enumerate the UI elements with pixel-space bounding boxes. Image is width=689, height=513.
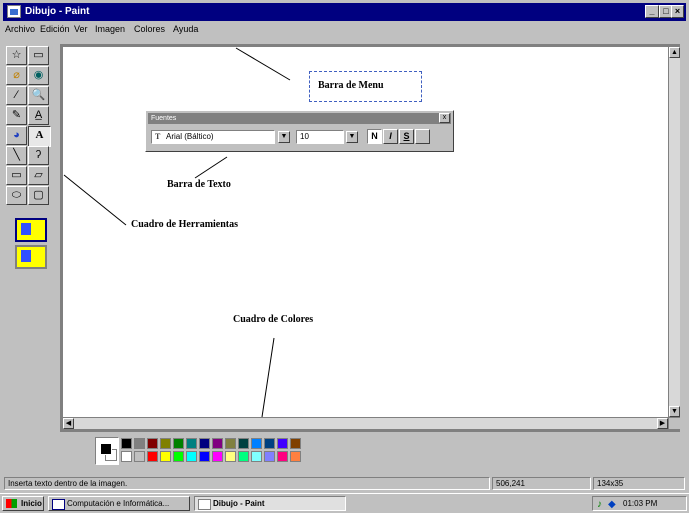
color-swatch[interactable] (121, 438, 132, 449)
taskbar: Inicio Computación e Informática... Dibu… (0, 493, 689, 513)
color-swatch[interactable] (225, 451, 236, 462)
underline-button[interactable]: S (399, 129, 414, 144)
color-swatch[interactable] (147, 438, 158, 449)
color-swatch[interactable] (186, 438, 197, 449)
colors-pointer-line (261, 337, 275, 418)
color-swatch[interactable] (290, 451, 301, 462)
menu-pointer-line (235, 47, 291, 81)
truetype-font-icon: T (155, 132, 161, 141)
color-swatch[interactable] (264, 451, 275, 462)
vertical-text-button[interactable] (415, 129, 430, 144)
color-swatch[interactable] (212, 438, 223, 449)
document-icon (52, 499, 65, 510)
color-palette (121, 437, 311, 465)
text-bar-annotation: Barra de Texto (167, 179, 231, 190)
italic-button[interactable]: I (383, 129, 398, 144)
speaker-icon[interactable]: ♪ (597, 498, 602, 510)
menu-bar-annotation: Barra de Menu (318, 80, 384, 91)
start-button[interactable]: Inicio (2, 496, 44, 511)
bold-button[interactable]: N (367, 129, 382, 144)
font-size-value: 10 (300, 132, 309, 141)
colors-annotation: Cuadro de Colores (233, 314, 314, 325)
font-name-select[interactable]: T Arial (Báltico) (151, 130, 275, 144)
fonts-toolbar-title[interactable]: Fuentes (148, 113, 451, 124)
color-swatch[interactable] (238, 438, 249, 449)
color-swatch[interactable] (251, 451, 262, 462)
color-swatch[interactable] (173, 438, 184, 449)
task-button-computacion[interactable]: Computación e Informática... (48, 496, 190, 511)
color-swatch[interactable] (160, 451, 171, 462)
task-label-paint: Dibujo - Paint (213, 499, 265, 508)
color-swatch[interactable] (147, 451, 158, 462)
color-swatch[interactable] (264, 438, 275, 449)
cursor-coordinates: 506,241 (492, 477, 591, 490)
color-swatch[interactable] (212, 451, 223, 462)
color-swatch[interactable] (134, 451, 145, 462)
system-tray: ♪ ◆ 01:03 PM (592, 496, 687, 511)
selection-size: 134x35 (593, 477, 685, 490)
color-swatch[interactable] (134, 438, 145, 449)
clock[interactable]: 01:03 PM (623, 499, 657, 508)
textbar-pointer-line (194, 156, 228, 179)
status-bar: Inserta texto dentro de la imagen. 506,2… (3, 476, 686, 491)
network-icon[interactable]: ◆ (608, 498, 616, 510)
color-swatch[interactable] (121, 451, 132, 462)
toolbox-annotation: Cuadro de Herramientas (131, 219, 239, 230)
font-name-value: Arial (Báltico) (166, 132, 214, 141)
fonts-toolbar: Fuentes x T Arial (Báltico) ▼ 10 ▼ N I S (145, 110, 454, 152)
task-button-paint[interactable]: Dibujo - Paint (194, 496, 346, 511)
color-swatch[interactable] (160, 438, 171, 449)
font-size-select[interactable]: 10 (296, 130, 344, 144)
font-name-dropdown-icon[interactable]: ▼ (278, 131, 290, 143)
paint-task-icon (198, 499, 211, 510)
windows-logo-icon (6, 499, 17, 508)
foreground-color-box[interactable] (100, 443, 112, 455)
color-swatch[interactable] (173, 451, 184, 462)
current-colors[interactable] (95, 437, 119, 465)
color-swatch[interactable] (277, 451, 288, 462)
color-swatch[interactable] (238, 451, 249, 462)
status-message: Inserta texto dentro de la imagen. (4, 477, 490, 490)
start-label: Inicio (21, 499, 42, 508)
color-swatch[interactable] (290, 438, 301, 449)
color-swatch[interactable] (186, 451, 197, 462)
fonts-toolbar-close-icon[interactable]: x (439, 113, 450, 123)
toolbox-pointer-line (63, 174, 127, 226)
color-swatch[interactable] (199, 438, 210, 449)
task-label-computacion: Computación e Informática... (67, 499, 170, 508)
color-swatch[interactable] (277, 438, 288, 449)
color-swatch[interactable] (225, 438, 236, 449)
color-swatch[interactable] (251, 438, 262, 449)
font-size-dropdown-icon[interactable]: ▼ (346, 131, 358, 143)
color-swatch[interactable] (199, 451, 210, 462)
